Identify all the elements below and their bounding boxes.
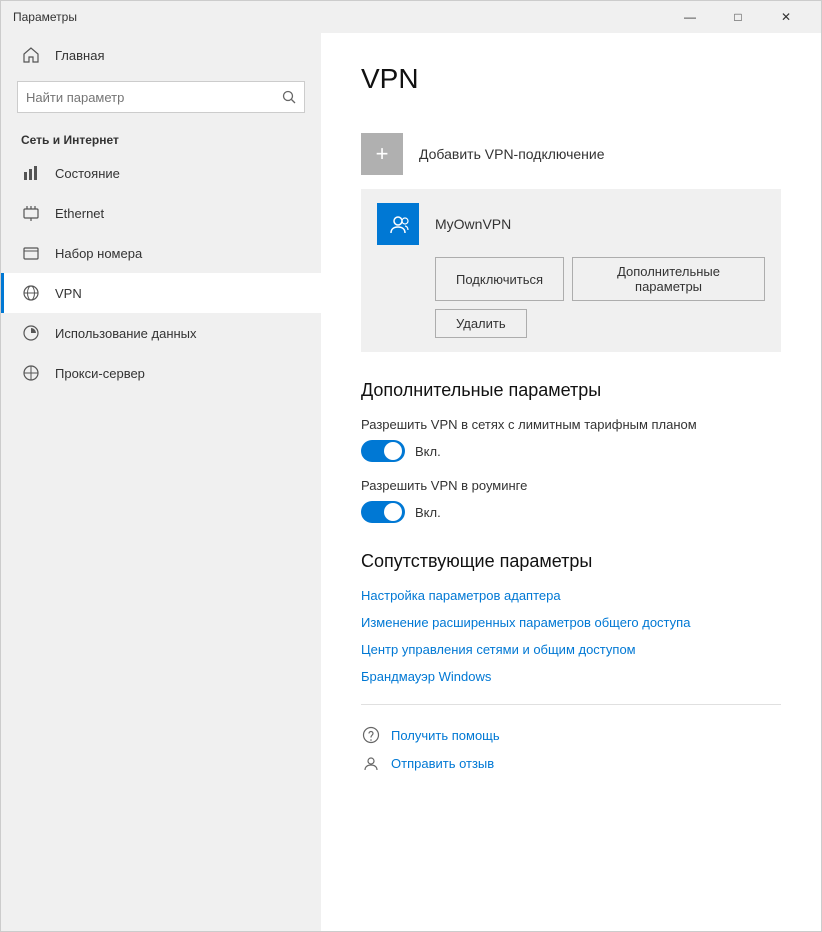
main-content: Главная Сеть и Интернет: [1, 33, 821, 931]
connect-button[interactable]: Подключиться: [435, 257, 564, 301]
vpn-buttons-row1: Подключиться Дополнительные параметры: [377, 257, 765, 301]
search-input[interactable]: [26, 90, 282, 105]
home-icon: [21, 45, 41, 65]
vpn-item-card: MyOwnVPN Подключиться Дополнительные пар…: [361, 189, 781, 352]
proxy-icon: [21, 363, 41, 383]
help-link-1[interactable]: Отправить отзыв: [391, 756, 494, 771]
sidebar-section-title: Сеть и Интернет: [1, 125, 321, 153]
divider: [361, 704, 781, 705]
search-box[interactable]: [17, 81, 305, 113]
page-title: VPN: [361, 63, 781, 95]
toggle2-line: Вкл.: [361, 501, 781, 523]
sidebar-item-status[interactable]: Состояние: [1, 153, 321, 193]
add-vpn-icon: +: [361, 133, 403, 175]
toggle-row-2: Разрешить VPN в роуминге Вкл.: [361, 478, 781, 523]
additional-section-title: Дополнительные параметры: [361, 380, 781, 401]
related-link-3[interactable]: Брандмауэр Windows: [361, 669, 781, 684]
minimize-button[interactable]: —: [667, 1, 713, 33]
related-link-0[interactable]: Настройка параметров адаптера: [361, 588, 781, 603]
delete-button[interactable]: Удалить: [435, 309, 527, 338]
toggle2-desc: Разрешить VPN в роуминге: [361, 478, 781, 493]
help-row-1[interactable]: Отправить отзыв: [361, 753, 781, 773]
close-button[interactable]: ✕: [763, 1, 809, 33]
sidebar-item-proxy-label: Прокси-сервер: [55, 366, 145, 381]
window-title: Параметры: [13, 10, 77, 24]
toggle-row-1: Разрешить VPN в сетях с лимитным тарифны…: [361, 417, 781, 462]
sidebar-item-data-usage-label: Использование данных: [55, 326, 197, 341]
window-controls: — □ ✕: [667, 1, 809, 33]
vpn-item-icon: [377, 203, 419, 245]
title-bar: Параметры — □ ✕: [1, 1, 821, 33]
sidebar: Главная Сеть и Интернет: [1, 33, 321, 931]
toggle1-switch[interactable]: [361, 440, 405, 462]
vpn-item-name: MyOwnVPN: [435, 216, 511, 232]
dialup-icon: [21, 243, 41, 263]
add-vpn-label: Добавить VPN-подключение: [419, 146, 605, 162]
toggle2-label: Вкл.: [415, 505, 441, 520]
sidebar-item-proxy[interactable]: Прокси-сервер: [1, 353, 321, 393]
sidebar-item-vpn-label: VPN: [55, 286, 82, 301]
ethernet-icon: [21, 203, 41, 223]
advanced-button[interactable]: Дополнительные параметры: [572, 257, 765, 301]
toggle1-label: Вкл.: [415, 444, 441, 459]
help-row-0[interactable]: Получить помощь: [361, 725, 781, 745]
sidebar-item-dialup[interactable]: Набор номера: [1, 233, 321, 273]
status-icon: [21, 163, 41, 183]
related-section-title: Сопутствующие параметры: [361, 551, 781, 572]
sidebar-item-home[interactable]: Главная: [1, 33, 321, 77]
data-usage-icon: [21, 323, 41, 343]
sidebar-item-vpn[interactable]: VPN: [1, 273, 321, 313]
sidebar-item-status-label: Состояние: [55, 166, 120, 181]
sidebar-item-ethernet-label: Ethernet: [55, 206, 104, 221]
main-panel: VPN + Добавить VPN-подключение: [321, 33, 821, 931]
sidebar-item-data-usage[interactable]: Использование данных: [1, 313, 321, 353]
toggle1-desc: Разрешить VPN в сетях с лимитным тарифны…: [361, 417, 781, 432]
vpn-nav-icon: [21, 283, 41, 303]
sidebar-item-ethernet[interactable]: Ethernet: [1, 193, 321, 233]
vpn-item-row: MyOwnVPN: [377, 203, 765, 245]
related-link-1[interactable]: Изменение расширенных параметров общего …: [361, 615, 781, 630]
help-icon: [361, 725, 381, 745]
vpn-buttons-row2: Удалить: [377, 309, 765, 338]
maximize-button[interactable]: □: [715, 1, 761, 33]
toggle1-line: Вкл.: [361, 440, 781, 462]
add-vpn-row[interactable]: + Добавить VPN-подключение: [361, 119, 781, 189]
feedback-icon: [361, 753, 381, 773]
help-link-0[interactable]: Получить помощь: [391, 728, 500, 743]
settings-window: Параметры — □ ✕ Главная: [0, 0, 822, 932]
home-label: Главная: [55, 48, 104, 63]
toggle2-switch[interactable]: [361, 501, 405, 523]
related-link-2[interactable]: Центр управления сетями и общим доступом: [361, 642, 781, 657]
search-button[interactable]: [282, 90, 296, 104]
sidebar-item-dialup-label: Набор номера: [55, 246, 142, 261]
